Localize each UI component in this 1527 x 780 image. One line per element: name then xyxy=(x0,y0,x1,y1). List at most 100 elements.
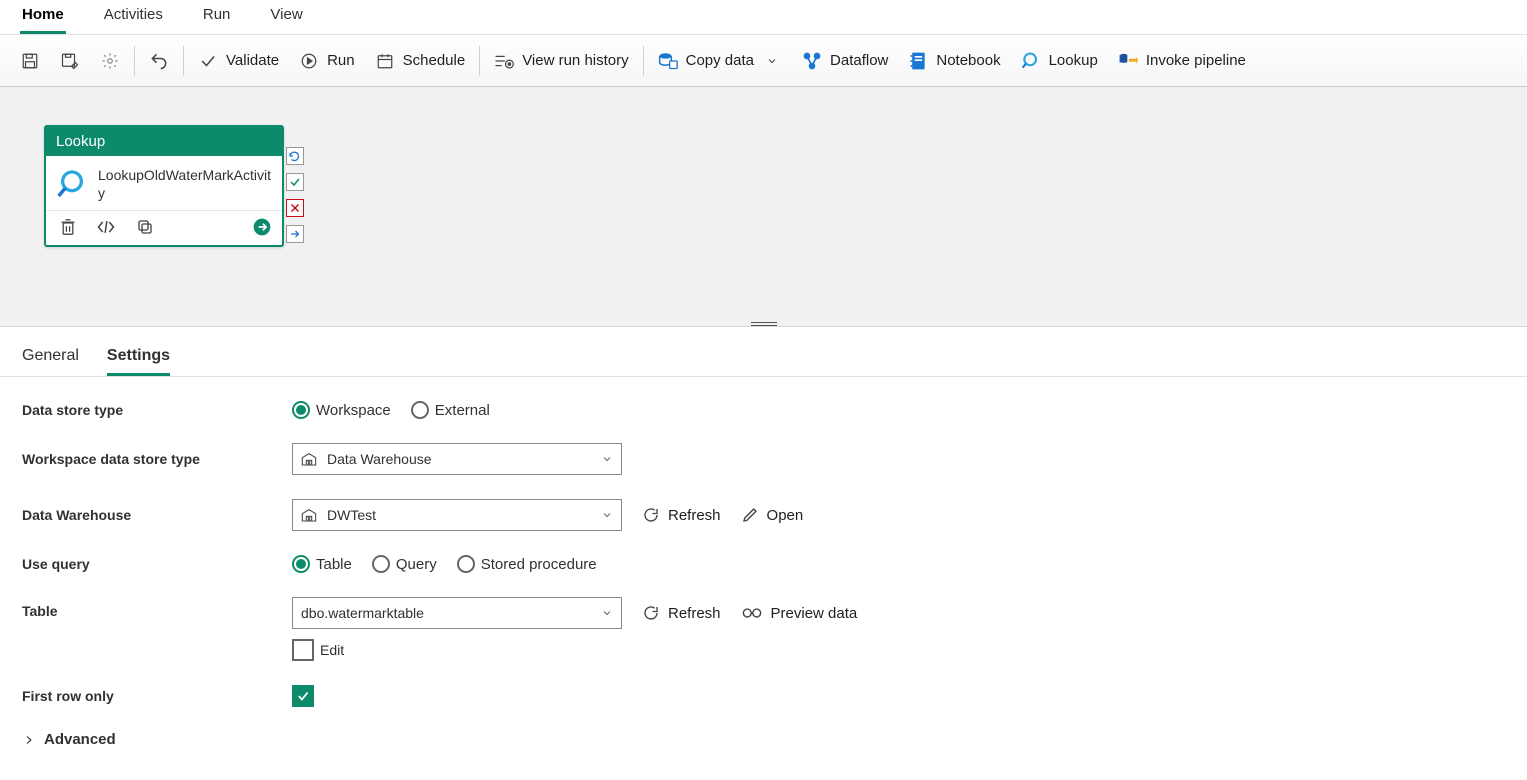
separator xyxy=(183,46,184,76)
lookup-button[interactable]: Lookup xyxy=(1011,45,1108,77)
radio-query-label: Query xyxy=(396,556,437,573)
refresh-label: Refresh xyxy=(668,605,721,622)
activity-lookup-node[interactable]: Lookup LookupOldWaterMarkActivity xyxy=(44,125,284,247)
refresh-icon xyxy=(642,604,660,622)
refresh-datawarehouse-button[interactable]: Refresh xyxy=(642,506,721,524)
view-run-history-button[interactable]: View run history xyxy=(484,45,638,77)
undo-icon xyxy=(149,51,169,71)
tab-run[interactable]: Run xyxy=(201,6,233,34)
first-row-only-checkbox[interactable] xyxy=(292,685,314,707)
data-warehouse-value: DWTest xyxy=(327,507,376,523)
tab-general[interactable]: General xyxy=(22,347,79,376)
table-select[interactable]: dbo.watermarktable xyxy=(292,597,622,629)
preview-data-label: Preview data xyxy=(771,605,858,622)
validate-label: Validate xyxy=(226,52,279,69)
chevron-down-icon xyxy=(601,453,613,465)
workspace-data-store-type-value: Data Warehouse xyxy=(327,451,432,467)
run-label: Run xyxy=(327,52,355,69)
radio-external[interactable]: External xyxy=(411,401,490,419)
save-as-icon xyxy=(60,51,80,71)
radio-table-label: Table xyxy=(316,556,352,573)
copy-data-label: Copy data xyxy=(686,52,754,69)
notebook-button[interactable]: Notebook xyxy=(898,45,1010,77)
handle-success-icon[interactable] xyxy=(286,173,304,191)
radio-workspace[interactable]: Workspace xyxy=(292,401,391,419)
table-value: dbo.watermarktable xyxy=(301,605,424,621)
copy-data-button[interactable]: Copy data xyxy=(648,45,792,77)
chevron-down-icon xyxy=(601,607,613,619)
lookup-icon xyxy=(56,168,88,200)
radio-workspace-label: Workspace xyxy=(316,402,391,419)
dataflow-label: Dataflow xyxy=(830,52,888,69)
radio-query[interactable]: Query xyxy=(372,555,437,573)
tab-view[interactable]: View xyxy=(268,6,304,34)
handle-fail-icon[interactable] xyxy=(286,199,304,217)
properties-tabs: General Settings xyxy=(0,327,1527,377)
separator xyxy=(643,46,644,76)
delete-icon[interactable] xyxy=(60,218,76,236)
schedule-button[interactable]: Schedule xyxy=(365,45,476,77)
chevron-down-icon xyxy=(762,51,782,71)
activity-name: LookupOldWaterMarkActivity xyxy=(98,166,272,202)
save-button[interactable] xyxy=(10,45,50,77)
data-warehouse-label: Data Warehouse xyxy=(22,507,292,523)
refresh-table-button[interactable]: Refresh xyxy=(642,604,721,622)
tab-settings[interactable]: Settings xyxy=(107,347,170,376)
view-run-history-label: View run history xyxy=(522,52,628,69)
radio-stored-procedure-label: Stored procedure xyxy=(481,556,597,573)
calendar-icon xyxy=(375,51,395,71)
workspace-data-store-type-label: Workspace data store type xyxy=(22,451,292,467)
refresh-label: Refresh xyxy=(668,507,721,524)
save-as-button[interactable] xyxy=(50,45,90,77)
tab-activities[interactable]: Activities xyxy=(102,6,165,34)
invoke-pipeline-label: Invoke pipeline xyxy=(1146,52,1246,69)
history-icon xyxy=(494,51,514,71)
preview-icon xyxy=(741,606,763,620)
preview-data-button[interactable]: Preview data xyxy=(741,605,858,622)
ribbon-tabs: Home Activities Run View xyxy=(0,0,1527,35)
dataflow-button[interactable]: Dataflow xyxy=(792,45,898,77)
open-datawarehouse-button[interactable]: Open xyxy=(741,506,804,524)
first-row-only-label: First row only xyxy=(22,688,292,704)
check-icon xyxy=(198,51,218,71)
invoke-pipeline-icon xyxy=(1118,51,1138,71)
refresh-icon xyxy=(642,506,660,524)
use-query-label: Use query xyxy=(22,556,292,572)
edit-label: Edit xyxy=(320,642,344,658)
code-icon[interactable] xyxy=(96,219,116,235)
database-icon xyxy=(658,51,678,71)
edit-checkbox[interactable] xyxy=(292,639,314,661)
save-icon xyxy=(20,51,40,71)
advanced-label: Advanced xyxy=(44,731,116,748)
undo-button[interactable] xyxy=(139,45,179,77)
gear-icon xyxy=(100,51,120,71)
notebook-label: Notebook xyxy=(936,52,1000,69)
handle-skip-icon[interactable] xyxy=(286,147,304,165)
chevron-right-icon xyxy=(22,733,36,747)
pipeline-canvas[interactable]: Lookup LookupOldWaterMarkActivity xyxy=(0,87,1527,327)
run-activity-icon[interactable] xyxy=(252,217,272,237)
handle-completion-icon[interactable] xyxy=(286,225,304,243)
data-warehouse-select[interactable]: DWTest xyxy=(292,499,622,531)
validate-button[interactable]: Validate xyxy=(188,45,289,77)
settings-form: Data store type Workspace External Works… xyxy=(0,377,1527,774)
invoke-pipeline-button[interactable]: Invoke pipeline xyxy=(1108,45,1256,77)
panel-resize-handle[interactable] xyxy=(751,322,777,327)
activity-type-label: Lookup xyxy=(46,127,282,156)
warehouse-icon xyxy=(301,452,317,466)
radio-stored-procedure[interactable]: Stored procedure xyxy=(457,555,597,573)
tab-home[interactable]: Home xyxy=(20,6,66,34)
copy-icon[interactable] xyxy=(136,218,154,236)
notebook-icon xyxy=(908,51,928,71)
radio-table[interactable]: Table xyxy=(292,555,352,573)
play-icon xyxy=(299,51,319,71)
separator xyxy=(134,46,135,76)
toolbar: Validate Run Schedule View run history C… xyxy=(0,35,1527,87)
settings-button[interactable] xyxy=(90,45,130,77)
separator xyxy=(479,46,480,76)
run-button[interactable]: Run xyxy=(289,45,365,77)
lookup-icon xyxy=(1021,51,1041,71)
advanced-toggle[interactable]: Advanced xyxy=(22,731,116,748)
workspace-data-store-type-select[interactable]: Data Warehouse xyxy=(292,443,622,475)
data-store-type-label: Data store type xyxy=(22,402,292,418)
